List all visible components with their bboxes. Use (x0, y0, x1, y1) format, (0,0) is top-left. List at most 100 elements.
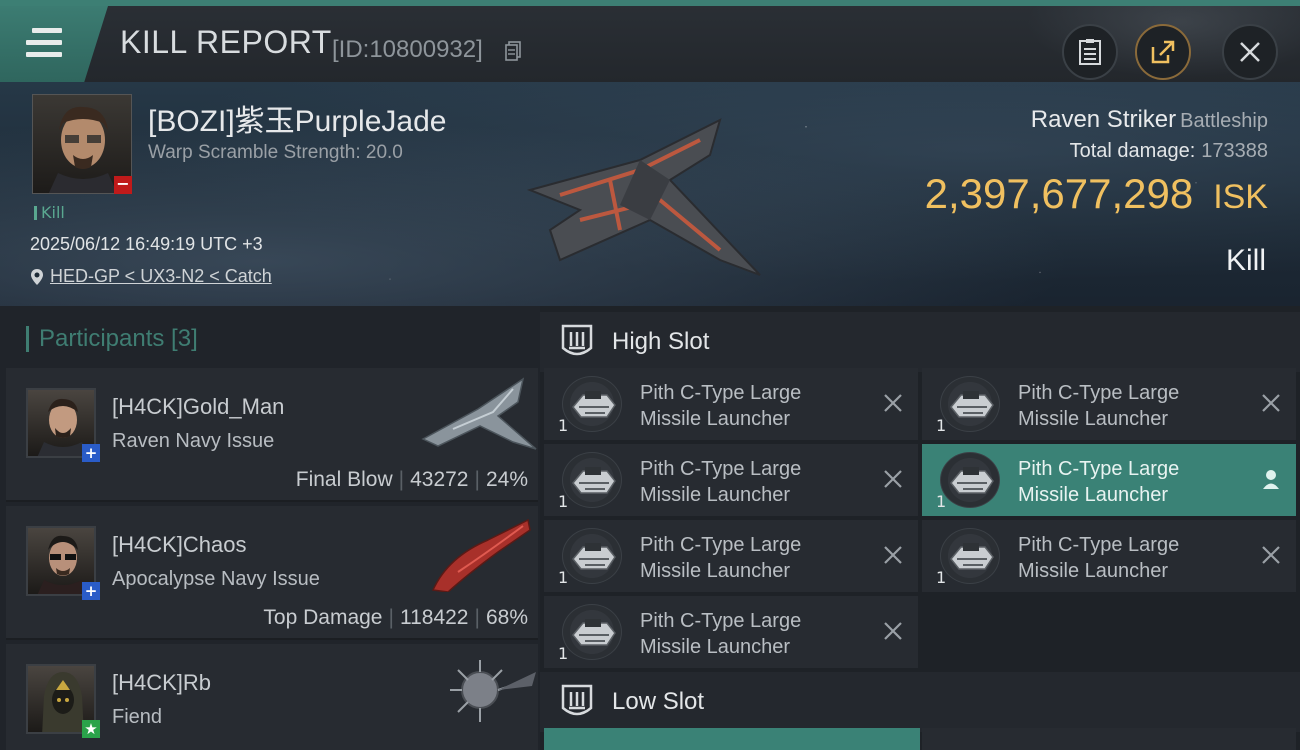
participant-stats: Final Blow | 43272 | 24% (296, 468, 528, 492)
destroyed-x-icon (884, 546, 902, 564)
module-name: Pith C-Type Large Missile Launcher (640, 532, 880, 584)
module-name-line2: Missile Launcher (640, 408, 791, 430)
menu-button[interactable] (0, 6, 108, 82)
module-quantity: 1 (558, 492, 569, 511)
total-damage-label: Total damage: (1069, 140, 1196, 162)
stat-separator: | (474, 606, 480, 629)
victim-standing-badge: − (114, 176, 132, 194)
result-tag: Kill (34, 205, 65, 221)
module-slot[interactable]: 1 Pith C-Type Large Missile Launcher (922, 368, 1296, 440)
victim-ship-image (526, 118, 761, 276)
module-slot[interactable]: 1 Pith C-Type Large Missile Launcher (544, 520, 918, 592)
participants-panel: Participants [3] + [H4CK]Gold_Man Raven … (0, 306, 540, 750)
close-icon (1240, 42, 1260, 62)
warp-scramble-strength: Warp Scramble Strength: 20.0 (148, 142, 403, 163)
participant-role: Top Damage (263, 606, 383, 629)
stat-separator: | (388, 606, 394, 629)
kill-location-link[interactable]: HED-GP < UX3-N2 < Catch (30, 266, 272, 287)
module-quantity: 1 (936, 416, 947, 435)
module-name-line1: Pith C-Type Large (1018, 534, 1180, 556)
low-slot-header: Low Slot (540, 672, 1300, 732)
close-button[interactable] (1222, 24, 1278, 80)
person-icon (1263, 470, 1279, 489)
participant-damage: 118422 (399, 606, 469, 629)
low-slot-module-partial[interactable] (922, 728, 1296, 750)
participant-ship: Raven Navy Issue (112, 430, 275, 452)
page-title: KILL REPORT (120, 24, 332, 60)
total-damage-value: 173388 (1201, 140, 1268, 162)
module-name: Pith C-Type Large Missile Launcher (1018, 380, 1258, 432)
module-name-line1: Pith C-Type Large (640, 458, 802, 480)
participant-card[interactable]: + [H4CK]Gold_Man Raven Navy Issue Final … (6, 368, 538, 502)
missile-launcher-icon (940, 376, 1000, 432)
copy-icon[interactable] (505, 41, 521, 61)
module-name: Pith C-Type Large Missile Launcher (640, 380, 880, 432)
module-name-line1: Pith C-Type Large (640, 382, 802, 404)
participant-percent: 24% (485, 468, 528, 491)
participant-card[interactable]: ★ [H4CK]Rb Fiend (6, 644, 538, 750)
low-slot-module-partial[interactable] (544, 728, 920, 750)
location-pin-icon (31, 268, 43, 285)
destroyed-x-icon (884, 622, 902, 640)
low-slot-icon (561, 684, 593, 716)
module-slot[interactable]: 1 Pith C-Type Large Missile Launcher (922, 520, 1296, 592)
isk-amount: 2,397,677,298 (924, 170, 1194, 217)
module-name: Pith C-Type Large Missile Launcher (1018, 456, 1258, 508)
module-name-line2: Missile Launcher (1018, 408, 1169, 430)
standing-badge: + (82, 444, 100, 462)
high-slot-icon (561, 324, 593, 356)
report-id: [ID:10800932] (332, 36, 483, 63)
share-icon (1151, 40, 1175, 64)
module-quantity: 1 (558, 568, 569, 587)
destroyed-x-icon (1262, 394, 1280, 412)
fitting-slots-panel: High Slot 1 Pith C-Type Large Missile Laun… (540, 306, 1300, 750)
missile-launcher-icon (940, 528, 1000, 584)
victim-name[interactable]: [BOZI]紫玉PurpleJade (148, 96, 446, 140)
participant-damage: 43272 (410, 468, 469, 491)
missile-launcher-icon (562, 528, 622, 584)
module-name-line1: Pith C-Type Large (640, 534, 802, 556)
participant-stats: Top Damage | 118422 | 68% (263, 606, 528, 630)
stat-separator: | (398, 468, 405, 491)
standing-badge: ★ (82, 720, 100, 738)
module-slot[interactable]: 1 Pith C-Type Large Missile Launcher (544, 596, 918, 668)
kill-summary-banner: − [BOZI]紫玉PurpleJade Warp Scramble Stren… (0, 82, 1300, 306)
participant-role: Final Blow (295, 468, 393, 491)
participant-name: [H4CK]Gold_Man (112, 394, 285, 419)
clipboard-button[interactable] (1062, 24, 1118, 80)
high-slot-label: High Slot (612, 328, 710, 355)
total-damage: Total damage: 173388 (1070, 140, 1268, 163)
menu-icon (26, 28, 62, 58)
isk-unit: ISK (1213, 178, 1268, 216)
destroyed-x-icon (884, 470, 902, 488)
participant-card[interactable]: + [H4CK]Chaos Apocalypse Navy Issue Top … (6, 506, 538, 640)
participant-ship-image (431, 518, 531, 592)
participant-name: [H4CK]Chaos (112, 532, 247, 557)
high-slot-header: High Slot (540, 312, 1300, 372)
module-slot[interactable]: 1 Pith C-Type Large Missile Launcher (922, 444, 1296, 516)
header-bar: KILL REPORT [ID:10800932] (0, 0, 1300, 88)
module-quantity: 1 (558, 644, 569, 663)
module-name: Pith C-Type Large Missile Launcher (640, 456, 880, 508)
module-name-line2: Missile Launcher (1018, 484, 1169, 506)
missile-launcher-icon (562, 452, 622, 508)
low-slot-label: Low Slot (612, 688, 705, 715)
module-slot[interactable]: 1 Pith C-Type Large Missile Launcher (544, 444, 918, 516)
victim-ship-name: Raven Striker Battleship (1031, 106, 1268, 134)
module-slot[interactable]: 1 Pith C-Type Large Missile Launcher (544, 368, 918, 440)
missile-launcher-icon (562, 604, 622, 660)
module-name-line2: Missile Launcher (640, 636, 791, 658)
module-quantity: 1 (558, 416, 569, 435)
module-name-line1: Pith C-Type Large (1018, 382, 1180, 404)
participant-ship: Apocalypse Navy Issue (112, 568, 320, 590)
module-name-line2: Missile Launcher (640, 560, 791, 582)
ship-name-text: Raven Striker (1030, 106, 1177, 133)
module-name: Pith C-Type Large Missile Launcher (640, 608, 880, 660)
module-name-line2: Missile Launcher (640, 484, 791, 506)
share-button[interactable] (1135, 24, 1191, 80)
participants-header: Participants [3] (26, 326, 198, 352)
clipboard-icon (1079, 39, 1101, 65)
participant-ship-image (450, 660, 536, 722)
isk-value: 2,397,677,298 ISK (925, 170, 1268, 218)
module-name: Pith C-Type Large Missile Launcher (1018, 532, 1258, 584)
